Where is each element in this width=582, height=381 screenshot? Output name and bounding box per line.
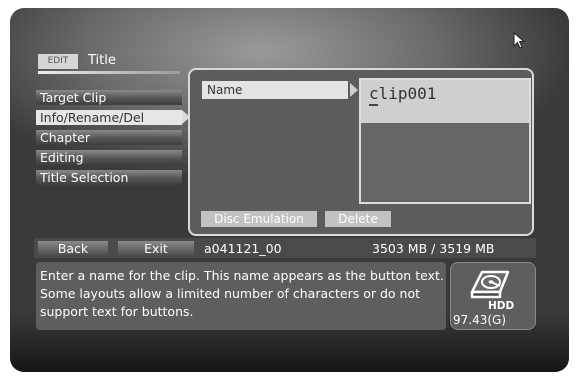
project-name: a041121_00 [204,241,282,256]
mouse-pointer-icon [513,32,526,49]
menu-item-title-selection[interactable]: Title Selection [36,170,182,185]
exit-button[interactable]: Exit [118,241,194,256]
hdd-icon [470,270,510,299]
menu-item-info-rename-del[interactable]: Info/Rename/Del [36,110,182,125]
menu-item-target-clip[interactable]: Target Clip [36,90,182,105]
hdd-capacity: 97.43(G) [453,313,507,327]
disc-emulation-button[interactable]: Disc Emulation [201,211,317,227]
title-underline [38,71,180,74]
menu-item-editing[interactable]: Editing [36,150,182,165]
hdd-label: HDD [488,300,515,312]
name-field-label[interactable]: Name [202,81,348,99]
right-arrow-icon [350,83,358,97]
disk-usage: 3503 MB / 3519 MB [372,241,495,256]
back-button[interactable]: Back [38,241,108,256]
clip-name-input[interactable]: clip001 [369,84,436,103]
page-title: Title [88,53,116,68]
menu-item-chapter[interactable]: Chapter [36,130,182,145]
delete-button[interactable]: Delete [325,211,391,227]
text-cursor [369,104,378,106]
edit-tag: EDIT [38,54,78,69]
help-text: Enter a name for the clip. This name app… [40,268,444,319]
